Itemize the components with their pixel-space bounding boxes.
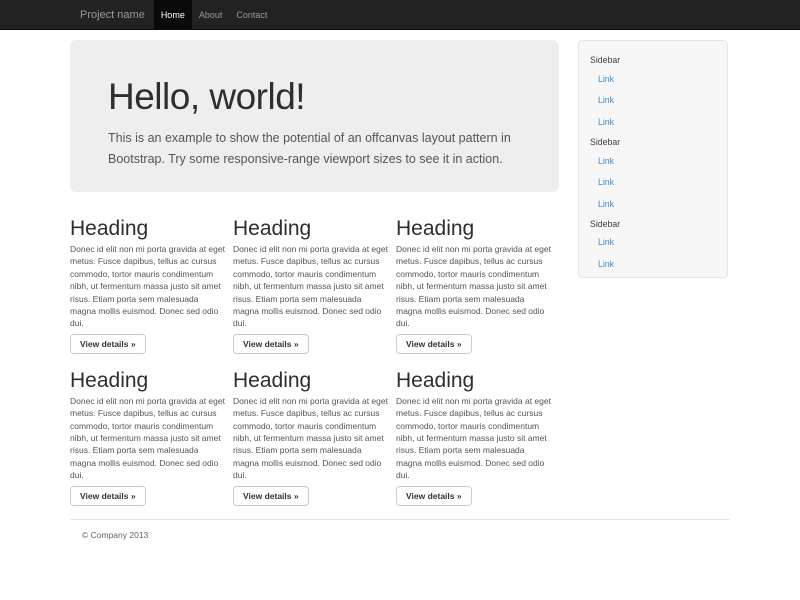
main-content: Hello, world! This is an example to show… [70,30,559,506]
sidebar-link[interactable]: Link [579,68,727,90]
sidebar-link[interactable]: Link [579,150,727,172]
card-body-text: Donec id elit non mi porta gravida at eg… [396,395,553,482]
card-body-text: Donec id elit non mi porta gravida at eg… [233,243,390,330]
page-title: Hello, world! [108,76,521,118]
cards-row-2: Heading Donec id elit non mi porta gravi… [70,354,559,506]
view-details-button[interactable]: View details » [233,334,309,354]
card: Heading Donec id elit non mi porta gravi… [396,354,559,506]
card-heading: Heading [233,369,390,392]
sidebar-link[interactable]: Link [579,171,727,193]
view-details-button[interactable]: View details » [70,334,146,354]
sidebar-group-header: Sidebar [579,215,727,232]
card-heading: Heading [396,369,553,392]
cards-row-1: Heading Donec id elit non mi porta gravi… [70,202,559,354]
sidebar-group-header: Sidebar [579,51,727,68]
sidebar-link[interactable]: Link [579,111,727,133]
navbar: Project name Home About Contact [0,0,800,30]
navbar-brand[interactable]: Project name [80,0,145,29]
sidebar-group: Sidebar Link Link Link [579,51,727,133]
copyright-text: © Company 2013 [82,530,730,540]
sidebar-link[interactable]: Link [579,193,727,215]
view-details-button[interactable]: View details » [396,486,472,506]
sidebar-group-header: Sidebar [579,133,727,150]
card-body-text: Donec id elit non mi porta gravida at eg… [70,395,227,482]
nav-item-contact[interactable]: Contact [229,0,274,29]
page-container: Hello, world! This is an example to show… [70,30,730,540]
sidebar-link[interactable]: Link [579,232,727,254]
navbar-nav: Home About Contact [154,0,275,29]
card: Heading Donec id elit non mi porta gravi… [233,354,396,506]
content-row: Hello, world! This is an example to show… [70,30,730,506]
card-body-text: Donec id elit non mi porta gravida at eg… [70,243,227,330]
sidebar: Sidebar Link Link Link Sidebar Link Link… [578,30,729,506]
card-heading: Heading [396,217,553,240]
sidebar-group: Sidebar Link Link Link [579,133,727,215]
view-details-button[interactable]: View details » [233,486,309,506]
footer: © Company 2013 [70,519,730,540]
card: Heading Donec id elit non mi porta gravi… [396,202,559,354]
view-details-button[interactable]: View details » [396,334,472,354]
nav-item-home[interactable]: Home [154,0,192,29]
sidebar-link[interactable]: Link [579,253,727,275]
card-body-text: Donec id elit non mi porta gravida at eg… [396,243,553,330]
card: Heading Donec id elit non mi porta gravi… [233,202,396,354]
sidebar-link[interactable]: Link [579,90,727,112]
sidebar-group: Sidebar Link Link [579,215,727,275]
nav-item-about[interactable]: About [192,0,230,29]
card-heading: Heading [70,217,227,240]
card-heading: Heading [233,217,390,240]
card-body-text: Donec id elit non mi porta gravida at eg… [233,395,390,482]
jumbotron-text: This is an example to show the potential… [108,128,521,170]
sidebar-panel: Sidebar Link Link Link Sidebar Link Link… [578,40,728,278]
card: Heading Donec id elit non mi porta gravi… [70,354,233,506]
jumbotron: Hello, world! This is an example to show… [70,40,559,192]
card: Heading Donec id elit non mi porta gravi… [70,202,233,354]
card-heading: Heading [70,369,227,392]
view-details-button[interactable]: View details » [70,486,146,506]
